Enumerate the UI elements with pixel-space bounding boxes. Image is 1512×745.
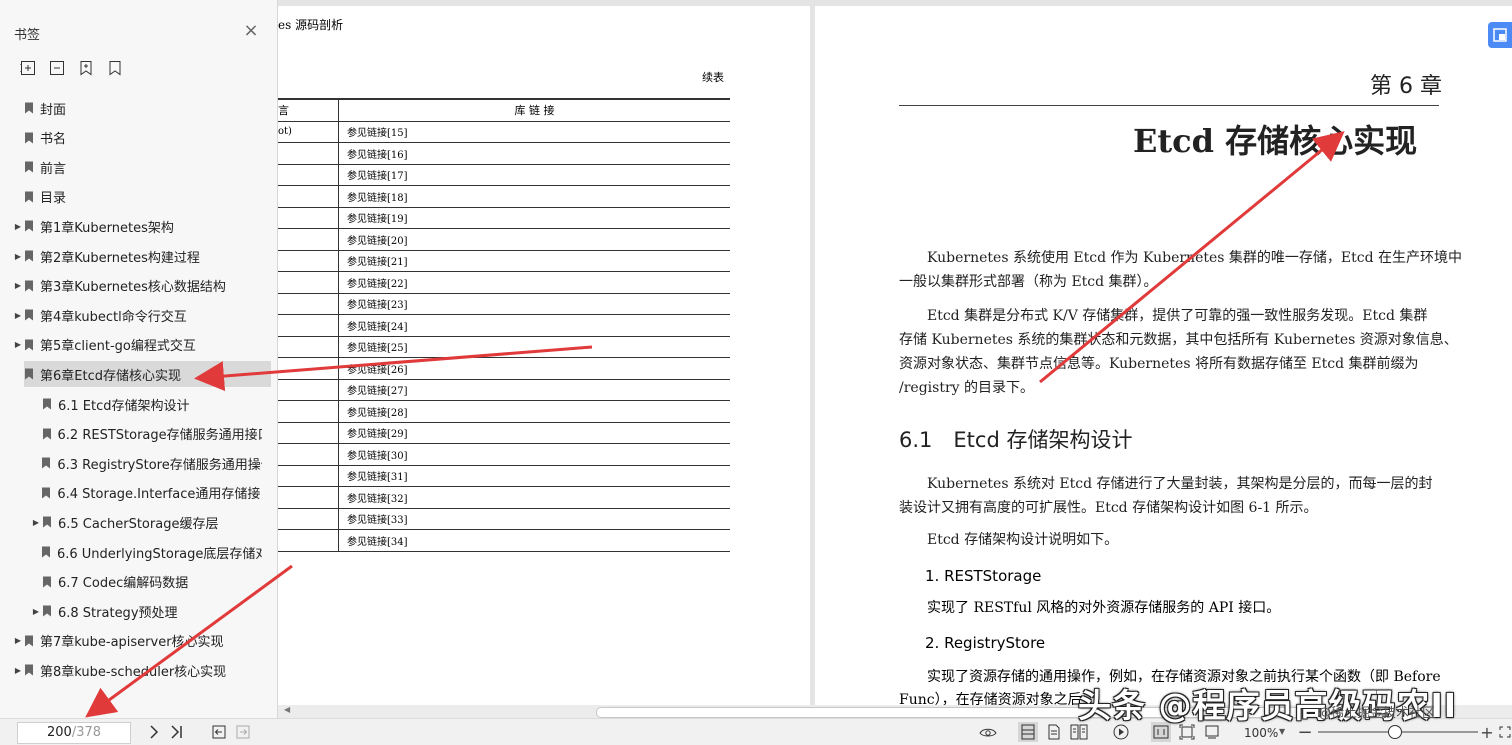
eye-protection-icon[interactable] [977, 722, 999, 742]
single-page-view-icon[interactable] [1044, 722, 1064, 742]
scroll-left-icon[interactable]: ◀ [284, 705, 290, 714]
arrow-to-chapter-title [1039, 131, 1345, 384]
last-page-icon[interactable] [168, 722, 186, 742]
zoom-slider-handle[interactable] [1388, 725, 1402, 739]
fullscreen-icon[interactable] [1498, 722, 1512, 742]
zoom-level[interactable]: 100% [1244, 726, 1278, 740]
next-page-icon[interactable] [146, 722, 162, 742]
back-icon[interactable] [210, 722, 228, 742]
arrow-to-bookmark [194, 345, 593, 392]
zoom-in-icon[interactable]: + [1480, 722, 1494, 742]
arrow-to-page-counter [85, 564, 293, 718]
forward-icon[interactable] [234, 722, 252, 742]
two-page-view-icon[interactable] [1018, 722, 1038, 742]
annotation-arrows [85, 131, 1345, 718]
page-number-input[interactable]: 200/378 [17, 722, 131, 744]
watermark-sub: @稀土掘金技术社区 [1318, 706, 1436, 721]
total-pages: /378 [71, 725, 102, 740]
current-page: 200 [46, 725, 72, 740]
zoom-dropdown-icon[interactable]: ▼ [1279, 727, 1285, 736]
